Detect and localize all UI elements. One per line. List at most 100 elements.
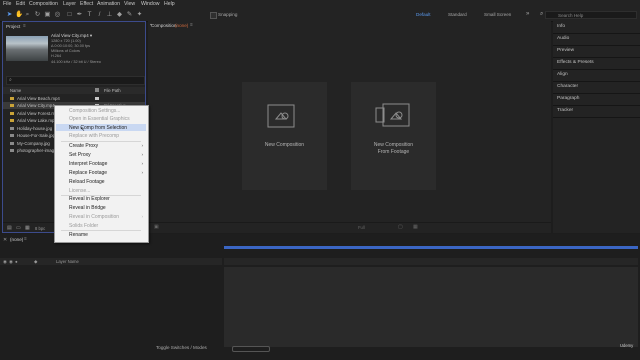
magnification-icon[interactable]: ▣: [154, 224, 159, 230]
menu-replace-with-precomp: Replace with Precomp: [69, 133, 120, 139]
new-composition-label: New Composition: [264, 142, 305, 148]
rectangle-tool-icon[interactable]: □: [66, 11, 73, 18]
file-name: photographer-image: [17, 148, 57, 153]
image-file-icon: [10, 149, 14, 152]
bit-depth-label[interactable]: 8 bpc: [35, 226, 45, 231]
new-composition-from-footage-card[interactable]: New Composition From Footage: [351, 82, 436, 190]
composition-tab-label[interactable]: Composition: [151, 23, 177, 28]
menu-rename[interactable]: Rename: [69, 232, 88, 238]
footage-colors: Millions of Colors: [51, 49, 80, 53]
pen-tool-icon[interactable]: ✒: [76, 11, 83, 18]
panel-audio-label: Audio: [557, 36, 570, 41]
menu-replace-footage[interactable]: Replace Footage: [69, 170, 107, 176]
menu-separator: [61, 230, 141, 231]
workspace-small-screen[interactable]: Small Screen: [484, 12, 511, 17]
composition-from-footage-icon: [375, 103, 410, 127]
snapping-checkbox[interactable]: [210, 12, 217, 19]
interpret-footage-icon[interactable]: ▤: [7, 225, 12, 231]
brush-tool-icon[interactable]: /: [96, 11, 103, 18]
composition-viewer-controls: ▣ Full ▢ ▦: [148, 222, 551, 233]
project-search-input[interactable]: ⌕: [6, 76, 145, 85]
menu-file[interactable]: File: [3, 1, 11, 7]
region-of-interest-icon[interactable]: ▢: [398, 224, 403, 230]
workspace-standard[interactable]: Standard: [448, 12, 467, 17]
composition-icon: [267, 104, 295, 128]
pan-behind-tool-icon[interactable]: ◎: [54, 11, 61, 18]
menu-reveal-in-explorer[interactable]: Reveal in Explorer: [69, 196, 110, 202]
composition-tab-name[interactable]: (none): [175, 23, 188, 28]
video-switch-icon[interactable]: ◉: [3, 259, 7, 265]
submenu-arrow-icon: ›: [141, 161, 144, 166]
audio-switch-icon[interactable]: ◉: [9, 259, 13, 265]
column-file-path[interactable]: File Path: [104, 88, 121, 93]
submenu-arrow-icon: ›: [141, 152, 144, 157]
menu-layer[interactable]: Layer: [63, 1, 76, 7]
transparency-grid-icon[interactable]: ▦: [413, 224, 418, 230]
menu-reveal-in-bridge[interactable]: Reveal in Bridge: [69, 205, 106, 211]
toggle-switches-modes[interactable]: Toggle Switches / Modes: [156, 345, 207, 350]
mouse-cursor-icon: ↖: [80, 127, 86, 133]
puppet-tool-icon[interactable]: ✦: [136, 11, 143, 18]
hand-tool-icon[interactable]: ✋: [15, 11, 23, 18]
new-composition-from-footage-label: New Composition From Footage: [373, 142, 414, 155]
new-folder-icon[interactable]: ▭: [16, 225, 21, 231]
project-column-header: Name File Path: [3, 87, 145, 94]
menu-create-proxy[interactable]: Create Proxy: [69, 143, 98, 149]
eraser-tool-icon[interactable]: ◆: [116, 11, 123, 18]
menu-set-proxy[interactable]: Set Proxy: [69, 152, 91, 158]
time-ruler[interactable]: [224, 258, 638, 265]
panel-align-label: Align: [557, 72, 568, 77]
menu-edit[interactable]: Edit: [16, 1, 25, 7]
panel-menu-icon[interactable]: ≡: [190, 22, 193, 27]
menu-help[interactable]: Help: [164, 1, 175, 7]
layer-header: ◉ ◉ ● ◆ Layer Name: [0, 258, 222, 265]
menu-effect[interactable]: Effect: [80, 1, 93, 7]
timeline-zoom-slider[interactable]: [232, 346, 270, 352]
timeline-tab-name[interactable]: (none): [10, 237, 23, 242]
resolution-dropdown[interactable]: Full: [358, 225, 365, 230]
file-name: Arial View Lake.mp: [17, 118, 55, 123]
work-area-bar[interactable]: [224, 246, 638, 249]
layer-name-column[interactable]: Layer Name: [56, 259, 79, 264]
menu-window[interactable]: Window: [141, 1, 159, 7]
menu-interpret-footage[interactable]: Interpret Footage: [69, 161, 107, 167]
menu-animation[interactable]: Animation: [97, 1, 120, 7]
menu-new-comp-from-selection[interactable]: New Comp from Selection: [69, 125, 127, 131]
menu-license: License...: [69, 188, 91, 194]
panel-menu-icon[interactable]: ≡: [24, 236, 27, 241]
panel-info-label: Info: [557, 24, 566, 29]
workspace-overflow-icon[interactable]: »: [526, 11, 532, 17]
rotate-tool-icon[interactable]: ↻: [34, 11, 41, 18]
file-name: My-Company.jpg: [17, 141, 50, 146]
label-icon[interactable]: ◆: [34, 259, 37, 265]
footage-dimensions: 1280 x 720 (1.00): [51, 39, 81, 43]
submenu-arrow-icon: ›: [141, 143, 144, 148]
menu-composition[interactable]: Composition: [29, 1, 58, 7]
zoom-tool-icon[interactable]: ⌕: [24, 11, 31, 18]
search-help-field[interactable]: Search Help: [545, 11, 637, 19]
file-name: Arial View Forest.m: [17, 111, 55, 116]
close-icon[interactable]: ✕: [3, 237, 7, 243]
camera-tool-icon[interactable]: ▣: [44, 11, 51, 18]
selection-tool-icon[interactable]: ➤: [6, 11, 13, 18]
clone-stamp-tool-icon[interactable]: ⊥: [106, 11, 113, 18]
menu-reveal-in-composition: Reveal in Composition: [69, 214, 120, 220]
workspace-default[interactable]: Default: [416, 12, 431, 17]
timeline-track-area[interactable]: [224, 267, 638, 347]
label-color-swatch[interactable]: [95, 97, 99, 100]
menu-view[interactable]: View: [124, 1, 135, 7]
solo-switch-icon[interactable]: ●: [15, 259, 18, 264]
project-row[interactable]: Arial View Beach.mp4: [3, 95, 145, 102]
panel-menu-icon[interactable]: ≡: [23, 23, 26, 28]
menu-open-essential-graphics: Open in Essential Graphics: [69, 116, 130, 122]
column-name[interactable]: Name: [10, 88, 21, 93]
roto-brush-tool-icon[interactable]: ✎: [126, 11, 133, 18]
type-tool-icon[interactable]: T: [86, 11, 93, 18]
new-composition-icon[interactable]: ▦: [25, 225, 30, 231]
file-name: Holiday-house.jpg: [17, 126, 53, 131]
menu-reload-footage[interactable]: Reload Footage: [69, 179, 105, 185]
label-column-icon[interactable]: [95, 88, 99, 92]
panel-tracker[interactable]: Tracker: [553, 105, 640, 118]
project-panel-title[interactable]: Project: [6, 24, 20, 29]
new-composition-card[interactable]: New Composition: [242, 82, 327, 190]
